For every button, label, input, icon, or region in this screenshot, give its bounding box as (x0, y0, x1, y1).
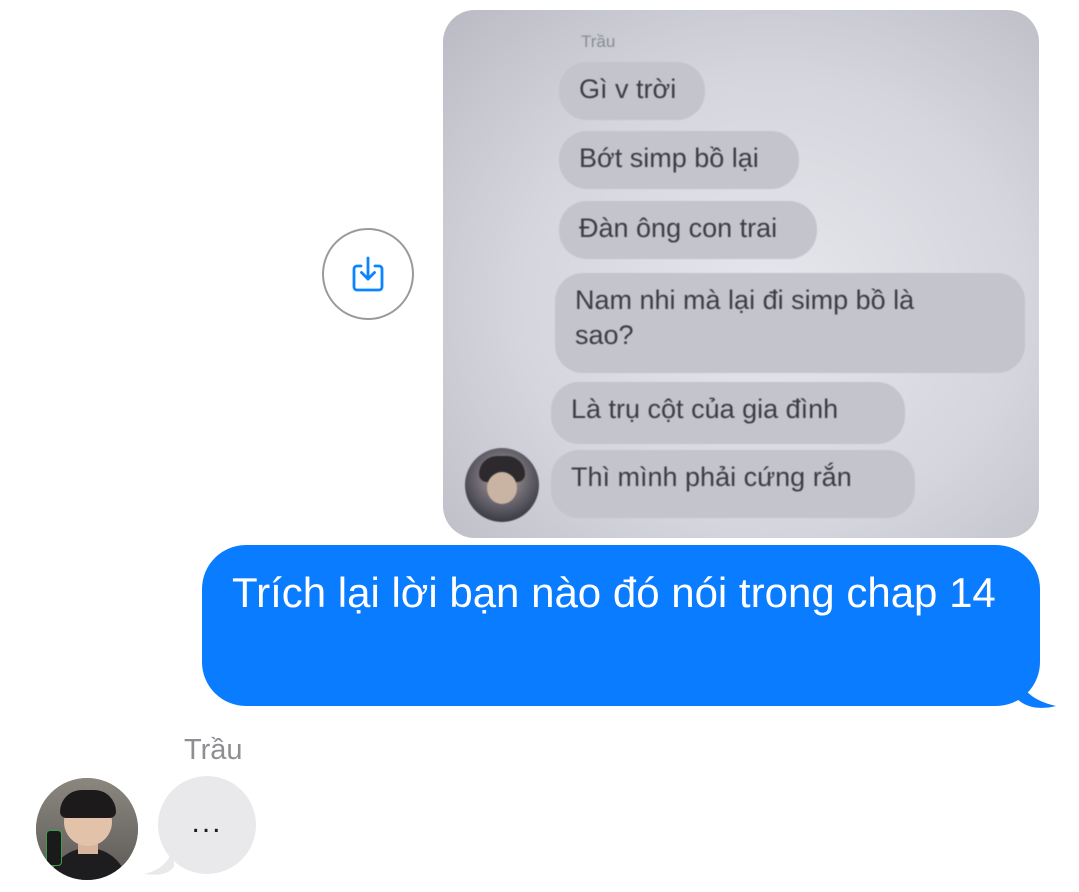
outgoing-message-text: Trích lại lời bạn nào đó nói trong chap … (232, 569, 996, 616)
photo-message-bubble: Bớt simp bồ lại (559, 131, 799, 189)
photo-message-bubble: Nam nhi mà lại đi simp bồ là sao? (555, 273, 1025, 373)
save-photo-button[interactable] (322, 228, 414, 320)
typing-dots: ... (191, 806, 223, 839)
typing-indicator-bubble: ... (158, 776, 256, 874)
chat-thread: Trầu Gì v trời Bớt simp bồ lại Đàn ông c… (0, 0, 1079, 892)
photo-message-bubble: Thì mình phải cứng rắn (551, 450, 915, 518)
photo-attachment[interactable]: Trầu Gì v trời Bớt simp bồ lại Đàn ông c… (443, 10, 1039, 538)
photo-message-bubble: Gì v trời (559, 62, 705, 120)
download-icon (348, 254, 388, 294)
photo-message-bubble: Là trụ cột của gia đình (551, 382, 905, 444)
outgoing-message-bubble[interactable]: Trích lại lời bạn nào đó nói trong chap … (202, 545, 1040, 706)
photo-sender-name: Trầu (581, 32, 616, 51)
photo-content: Trầu Gì v trời Bớt simp bồ lại Đàn ông c… (443, 10, 1039, 538)
sender-avatar[interactable] (36, 778, 138, 880)
photo-sender-avatar (465, 448, 539, 522)
outgoing-bubble-tail (1016, 670, 1056, 708)
photo-message-bubble: Đàn ông con trai (559, 201, 817, 259)
incoming-sender-name: Trầu (184, 734, 243, 766)
